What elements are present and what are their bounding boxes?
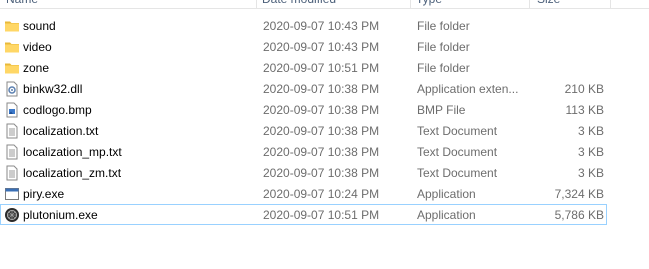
file-type: Text Document	[417, 166, 498, 180]
file-size: 210 KB	[564, 82, 604, 96]
text-file-icon	[4, 123, 20, 139]
file-type: BMP File	[417, 103, 466, 117]
column-header-name[interactable]: Name	[6, 0, 38, 8]
file-date-modified: 2020-09-07 10:38 PM	[263, 166, 380, 180]
column-divider[interactable]	[256, 0, 257, 8]
file-date-modified: 2020-09-07 10:24 PM	[263, 187, 380, 201]
file-size: 3 KB	[577, 145, 604, 159]
file-name: localization_zm.txt	[23, 166, 122, 180]
file-name: plutonium.exe	[23, 208, 98, 222]
image-icon	[4, 102, 20, 118]
file-list-pane: Name Date modified Type Size sound 2020-0…	[0, 0, 649, 269]
file-list: sound 2020-09-07 10:43 PM File folder video…	[0, 15, 649, 225]
file-row[interactable]: localization_mp.txt 2020-09-07 10:38 PM Te…	[0, 141, 649, 162]
file-type: File folder	[417, 61, 470, 75]
file-type: Text Document	[417, 145, 498, 159]
file-date-modified: 2020-09-07 10:51 PM	[263, 61, 380, 75]
column-divider[interactable]	[610, 0, 611, 8]
file-size: 5,786 KB	[554, 208, 604, 222]
folder-icon	[4, 18, 20, 34]
file-row[interactable]: video 2020-09-07 10:43 PM File folder	[0, 36, 649, 57]
file-size: 113 KB	[565, 103, 604, 117]
file-row[interactable]: sound 2020-09-07 10:43 PM File folder	[0, 15, 649, 36]
file-type: File folder	[417, 40, 470, 54]
file-name: localization_mp.txt	[23, 145, 122, 159]
column-header-size[interactable]: Size	[537, 0, 560, 8]
file-row[interactable]: piry.exe 2020-09-07 10:24 PM Application 7,…	[0, 183, 649, 204]
file-type: Application exten...	[417, 82, 519, 96]
file-size: 3 KB	[577, 166, 604, 180]
file-name: sound	[23, 19, 56, 33]
exe-icon	[4, 186, 20, 202]
column-header-type[interactable]: Type	[416, 0, 442, 8]
file-row[interactable]: localization.txt 2020-09-07 10:38 PM Text …	[0, 120, 649, 141]
column-divider[interactable]	[410, 0, 411, 8]
file-name: codlogo.bmp	[23, 103, 92, 117]
column-header-date[interactable]: Date modified	[262, 0, 336, 8]
file-row[interactable]: zone 2020-09-07 10:51 PM File folder	[0, 57, 649, 78]
file-name: video	[23, 40, 52, 54]
file-type: Application	[417, 187, 476, 201]
file-size: 7,324 KB	[554, 187, 604, 201]
file-row[interactable]: localization_zm.txt 2020-09-07 10:38 PM Te…	[0, 162, 649, 183]
file-date-modified: 2020-09-07 10:38 PM	[263, 124, 380, 138]
file-date-modified: 2020-09-07 10:43 PM	[263, 19, 380, 33]
file-type: Application	[417, 208, 476, 222]
file-row[interactable]: plutonium.exe 2020-09-07 10:51 PM Applicat…	[0, 204, 607, 225]
file-row[interactable]: binkw32.dll 2020-09-07 10:38 PM Applicatio…	[0, 78, 649, 99]
file-size	[524, 16, 604, 35]
column-divider[interactable]	[529, 0, 530, 8]
file-date-modified: 2020-09-07 10:38 PM	[263, 82, 380, 96]
file-size	[524, 58, 604, 77]
file-type: Text Document	[417, 124, 498, 138]
dll-icon	[4, 81, 20, 97]
file-date-modified: 2020-09-07 10:38 PM	[263, 145, 380, 159]
file-date-modified: 2020-09-07 10:38 PM	[263, 103, 380, 117]
folder-icon	[4, 39, 20, 55]
file-name: localization.txt	[23, 124, 99, 138]
file-date-modified: 2020-09-07 10:43 PM	[263, 40, 380, 54]
file-size: 3 KB	[577, 124, 604, 138]
text-file-icon	[4, 144, 20, 160]
file-type: File folder	[417, 19, 470, 33]
file-name: zone	[23, 61, 50, 75]
column-header-bar: Name Date modified Type Size	[0, 0, 649, 9]
file-name: binkw32.dll	[23, 82, 83, 96]
file-date-modified: 2020-09-07 10:51 PM	[263, 208, 380, 222]
text-file-icon	[4, 165, 20, 181]
file-size	[524, 37, 604, 56]
folder-icon	[4, 60, 20, 76]
plutonium-icon	[4, 207, 20, 223]
file-row[interactable]: codlogo.bmp 2020-09-07 10:38 PM BMP File 11…	[0, 99, 649, 120]
file-name: piry.exe	[23, 187, 65, 201]
